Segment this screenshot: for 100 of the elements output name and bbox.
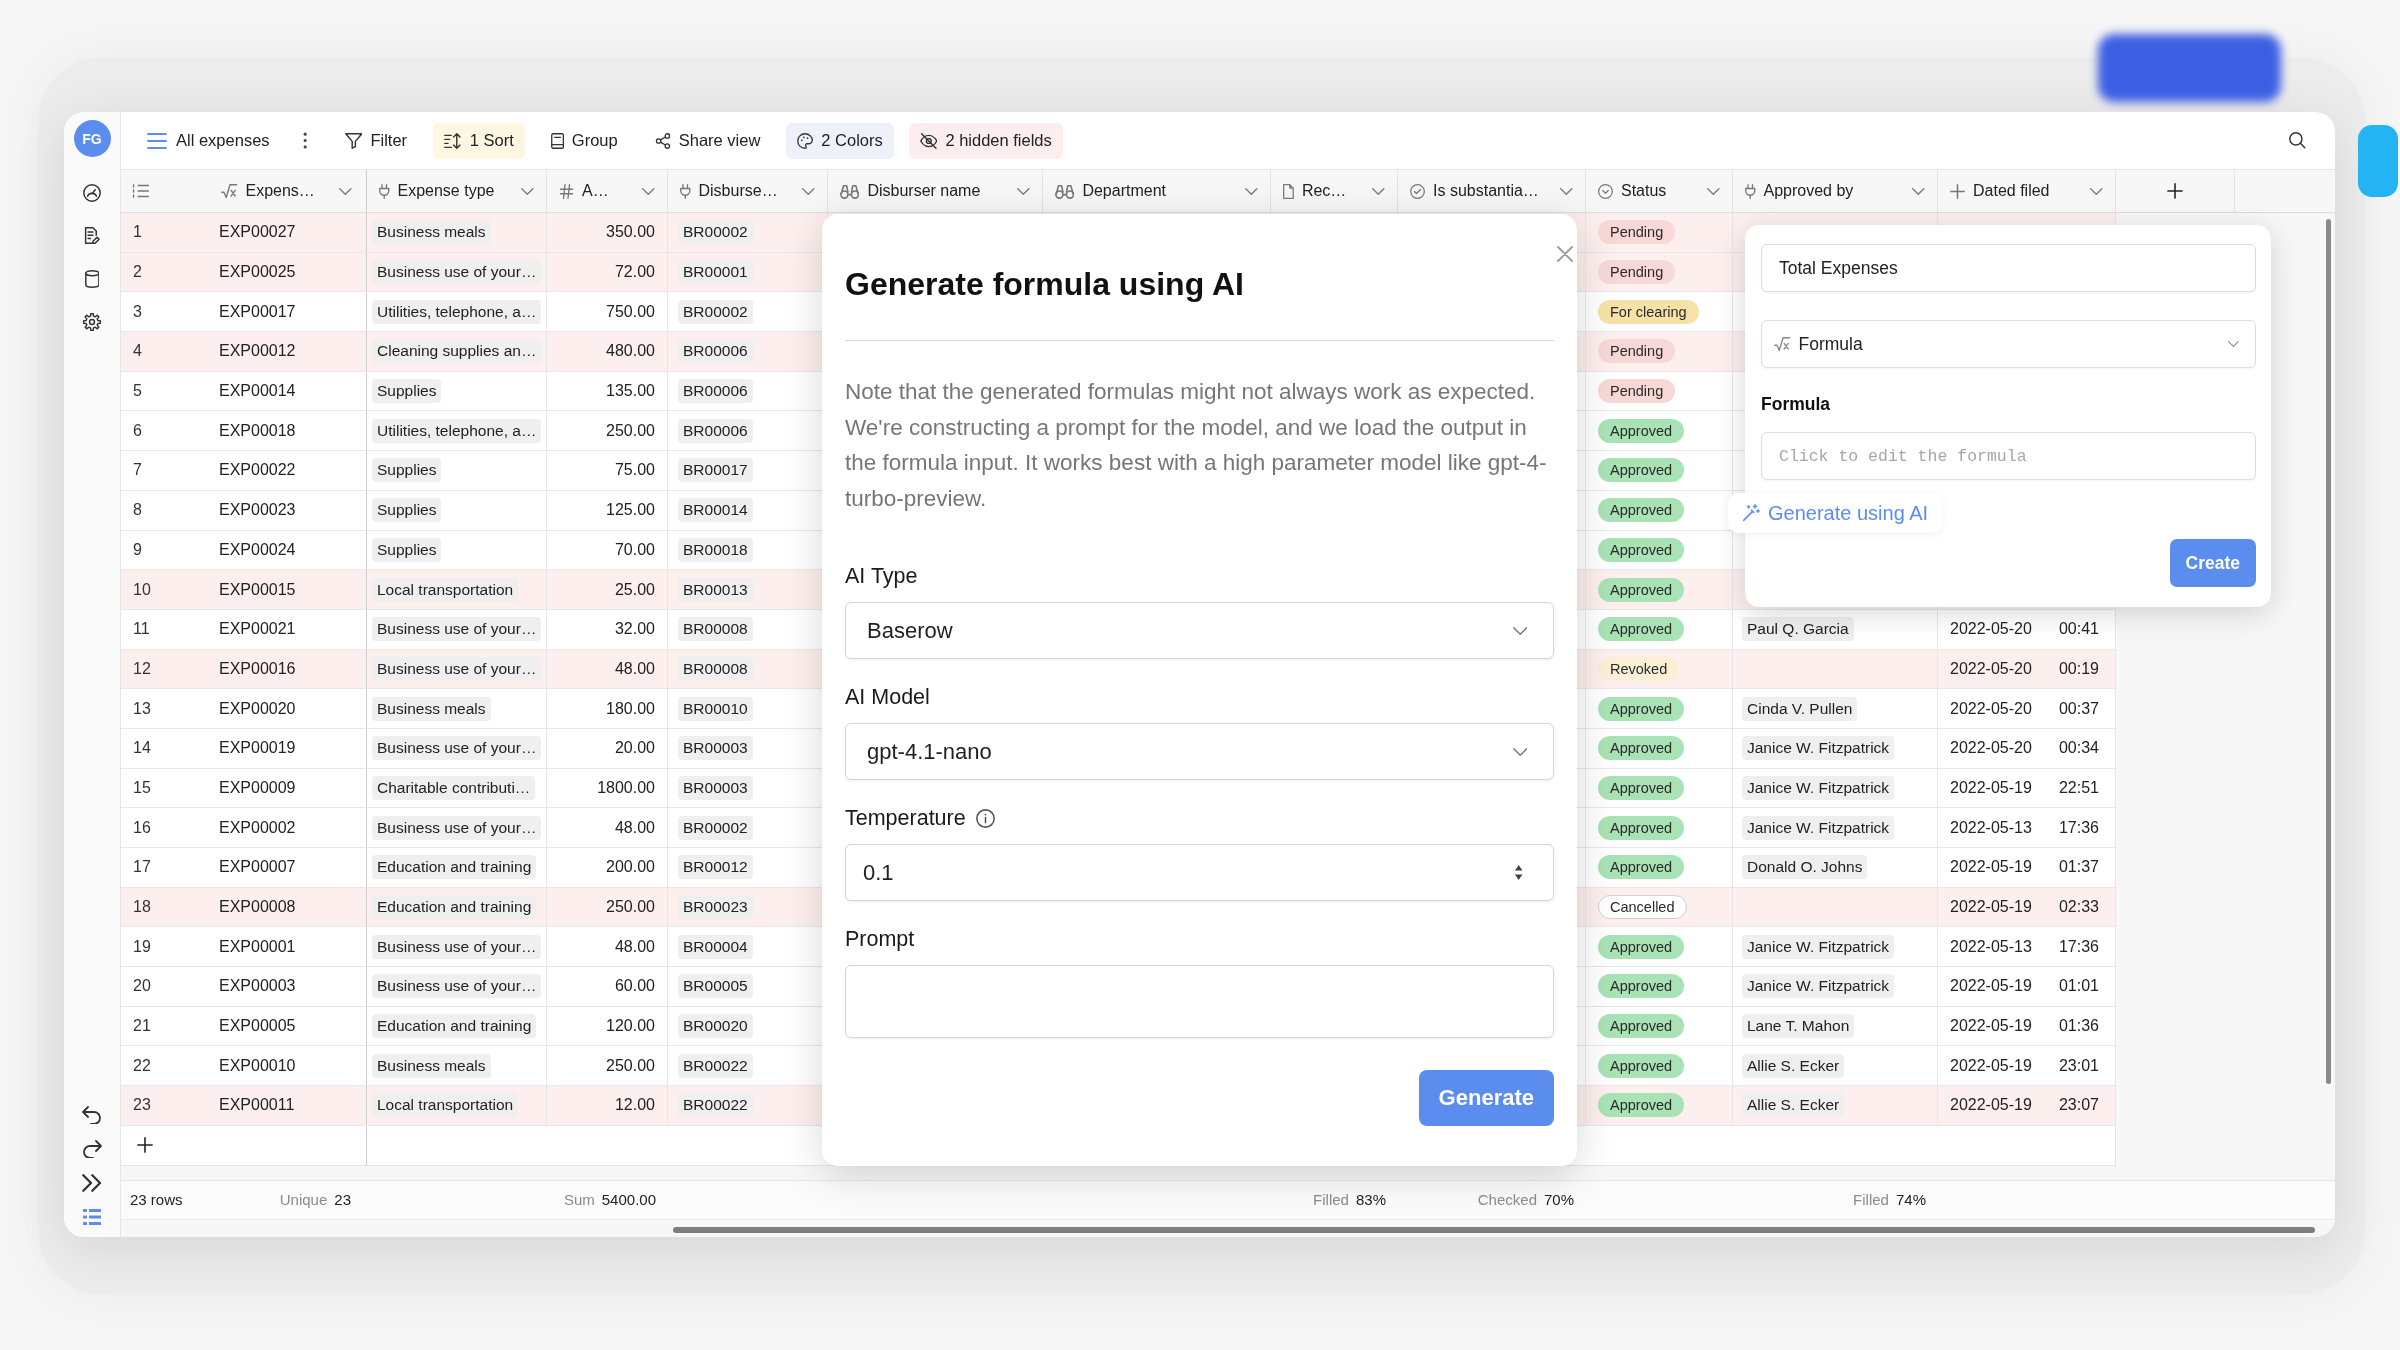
status-badge: Approved [1598,815,1685,840]
column-header[interactable]: Disburser name [828,170,1043,212]
table-cell: EXP00003 [191,967,367,1006]
dropdown[interactable]: Baserow [845,602,1554,659]
settings-icon[interactable] [83,313,101,331]
table-cell: EXP00002 [191,808,367,847]
stepper-icon[interactable] [1513,864,1523,881]
file-icon [1283,183,1294,199]
expense-type-chip: Utilities, telephone, a… [372,418,542,443]
row-number: 20 [132,976,152,997]
table-cell: 250.00 [547,411,668,451]
chevron-down-icon[interactable] [1017,187,1030,195]
table-cell: 250.00 [547,887,668,927]
approver-chip: Cinda V. Pullen [1742,696,1858,721]
row-number: 4 [132,341,143,362]
row-number: 22 [132,1055,152,1076]
chevron-down-icon[interactable] [1707,187,1720,195]
row-number: 8 [132,500,143,521]
table-cell: 60.00 [547,967,668,1006]
status-badge: Pending [1598,220,1676,245]
document-edit-icon[interactable] [84,227,100,245]
chevron-down-icon[interactable] [802,187,815,195]
dropdown[interactable]: Formula [1761,320,2256,368]
expense-type-chip: Charitable contributi… [372,775,536,800]
table-cell: EXP00008 [191,887,367,927]
bulleted-list-icon[interactable] [82,1208,102,1226]
list-icon[interactable] [132,184,150,198]
hidden-fields-button[interactable]: 2 hidden fields [908,122,1063,159]
text-field[interactable]: Total Expenses [1761,244,2256,292]
status-badge: Approved [1598,736,1685,761]
funnel-icon [344,132,363,149]
table-cell: 135.00 [547,371,668,411]
date-text: 2022-05-19 [1950,1056,2032,1075]
row-number: 16 [132,817,152,838]
table-cell: EXP00007 [191,848,367,887]
expense-type-chip: Business use of your… [372,260,542,285]
table-cell: EXP00021 [191,609,367,649]
gauge-icon[interactable] [83,184,101,202]
column-header[interactable]: Dated filed [1938,170,2116,212]
aggregate-label: Filled [1853,1191,1889,1209]
filter-button[interactable]: Filter [333,122,419,159]
time-text: 00:34 [2058,739,2099,758]
time-text: 23:01 [2058,1056,2099,1075]
column-header[interactable]: Department [1043,170,1271,212]
column-header[interactable]: Disburse… [668,170,828,212]
chevron-down-icon[interactable] [1245,187,1258,195]
colors-button[interactable]: 2 Colors [786,122,894,159]
magic-wand-icon [1742,504,1760,522]
more-icon[interactable] [302,132,307,149]
sort-button[interactable]: 1 Sort [433,122,525,159]
disburser-chip: BR00002 [678,815,753,840]
chevron-down-icon[interactable] [521,187,534,195]
column-header[interactable]: Rec… [1271,170,1398,212]
formula-field[interactable]: Click to edit the formula [1761,432,2256,480]
undo-icon[interactable] [82,1106,102,1124]
close-icon[interactable] [1557,246,1573,262]
expense-type-chip: Education and training [372,895,537,920]
chevron-down-icon[interactable] [1912,187,1925,195]
number-field[interactable]: 0.1 [845,844,1554,901]
scrollbar[interactable] [2326,219,2331,1084]
column-header[interactable]: Is substantia… [1398,170,1586,212]
double-chevron-icon[interactable] [81,1174,103,1192]
table-cell: 750.00 [547,292,668,332]
redo-icon[interactable] [82,1140,102,1158]
search-icon[interactable] [2289,132,2306,149]
table-cell: EXP00014 [191,371,367,411]
status-badge: Approved [1598,537,1685,562]
expense-type-chip: Business use of your… [372,656,542,681]
plus-icon[interactable] [137,1137,153,1154]
chevron-down-icon[interactable] [339,187,352,195]
table-cell: 25.00 [547,570,668,609]
plus-icon[interactable] [2167,183,2183,199]
chevron-down-icon[interactable] [642,187,655,195]
time-text: 01:01 [2058,977,2099,996]
chevron-down-icon[interactable] [2090,187,2103,195]
status-badge: Pending [1598,379,1676,404]
chevron-down-icon[interactable] [1372,187,1385,195]
column-header[interactable]: Approved by [1733,170,1938,212]
group-button[interactable]: Group [539,122,629,159]
database-icon[interactable] [84,270,100,288]
expense-type-chip: Education and training [372,1014,537,1039]
column-header[interactable]: Status [1586,170,1733,212]
status-badge: Approved [1598,1093,1685,1118]
aggregate-value: 70% [1543,1191,1574,1209]
list-icon [147,132,167,149]
aggregate-label: Filled [1313,1191,1349,1209]
info-icon[interactable] [975,808,995,828]
share-view-button[interactable]: Share view [643,122,772,159]
dropdown[interactable]: gpt-4.1-nano [845,723,1554,780]
column-header[interactable]: A… [547,170,668,212]
scrollbar[interactable] [673,1227,2315,1233]
view-selector[interactable]: All expenses [137,122,280,159]
chevron-down-icon[interactable] [1560,187,1573,195]
row-number: 18 [132,897,152,918]
date-text: 2022-05-20 [1950,699,2032,718]
column-header[interactable]: Expens… [191,170,367,212]
status-badge: Approved [1598,498,1685,523]
expense-type-chip: Business use of your… [372,736,542,761]
chevron-down-icon [1512,747,1527,756]
column-header[interactable]: Expense type [367,170,547,212]
